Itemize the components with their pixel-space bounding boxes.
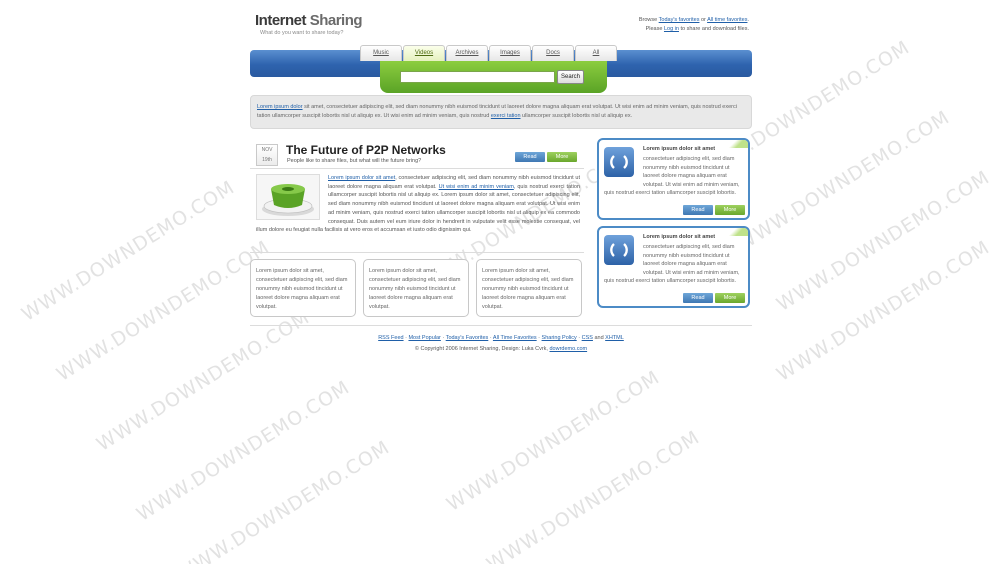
footer-divider	[250, 325, 752, 326]
article-title: The Future of P2P Networks	[286, 143, 446, 157]
side-more-button[interactable]: More	[715, 205, 745, 215]
article-link-1[interactable]: Lorem ipsum dolor sit amet	[328, 175, 395, 181]
intro-link-2[interactable]: exerci tation	[491, 113, 521, 119]
footer-link-css[interactable]: CSS	[582, 335, 593, 341]
logo-text-primary: Internet	[255, 12, 310, 29]
page: Internet Sharing What do you want to sha…	[250, 0, 752, 360]
watermark: WWW.DOWNDEMO.COM	[172, 436, 394, 564]
todays-favorites-link[interactable]: Today's favorites	[659, 17, 700, 23]
side-box-text: consectetuer adipiscing elit, sed diam n…	[604, 244, 740, 285]
site-logo[interactable]: Internet Sharing	[255, 12, 363, 29]
footer-link-rss[interactable]: RSS Feed	[378, 335, 403, 341]
mini-box-text: Lorem ipsum dolor sit amet, consectetuer…	[256, 268, 348, 310]
footer-link-sharing-policy[interactable]: Sharing Policy	[542, 335, 577, 341]
search-input[interactable]	[400, 71, 555, 83]
site-tagline: What do you want to share today?	[260, 30, 344, 36]
tab-images[interactable]: Images	[489, 45, 531, 61]
watermark: WWW.DOWNDEMO.COM	[732, 106, 954, 256]
side-box: Lorem ipsum dolor sit amet consectetuer …	[597, 138, 750, 220]
footer-link-all-time-favorites[interactable]: All Time Favorites	[493, 335, 537, 341]
all-time-favorites-link[interactable]: All time favorites	[707, 17, 747, 23]
logo-text-accent: Sharing	[309, 12, 363, 29]
footer-link-most-popular[interactable]: Most Popular	[408, 335, 440, 341]
intro-text-2: ullamcorper suscipit lobortis nisl ut al…	[520, 113, 633, 119]
date-day: 19th	[262, 157, 272, 163]
article-link-2[interactable]: Ut wisi enim ad minim veniam	[439, 184, 514, 190]
side-box-heading: Lorem ipsum dolor sit amet	[643, 234, 716, 240]
tab-archives[interactable]: Archives	[446, 45, 488, 61]
side-box-heading: Lorem ipsum dolor sit amet	[643, 146, 716, 152]
side-read-button[interactable]: Read	[683, 205, 713, 215]
mini-box: Lorem ipsum dolor sit amet, consectetuer…	[476, 259, 582, 317]
watermark: WWW.DOWNDEMO.COM	[52, 236, 274, 386]
side-box-text: consectetuer adipiscing elit, sed diam n…	[604, 156, 740, 197]
footer-link-xhtml[interactable]: XHTML	[605, 335, 624, 341]
article-read-button[interactable]: Read	[515, 152, 545, 162]
side-read-button[interactable]: Read	[683, 293, 713, 303]
article-more-button[interactable]: More	[547, 152, 577, 162]
or-text: or	[699, 17, 708, 23]
article-date: NOV 19th	[256, 144, 278, 166]
credit-link[interactable]: dowrdemo.com	[550, 346, 588, 352]
watermark: WWW.DOWNDEMO.COM	[442, 366, 664, 516]
footer-link-todays-favorites[interactable]: Today's Favorites	[446, 335, 489, 341]
date-month: NOV	[261, 147, 273, 153]
header-links: Browse Today's favorites or All time fav…	[638, 17, 749, 32]
mini-box-text: Lorem ipsum dolor sit amet, consectetuer…	[482, 268, 574, 310]
article-subtitle: People like to share files, but what wil…	[287, 158, 422, 164]
nav-tabs: Music Videos Archives Images Docs All	[360, 45, 617, 61]
intro-link[interactable]: Lorem ipsum dolor	[257, 104, 303, 110]
please-text: Please	[645, 26, 664, 32]
tab-docs[interactable]: Docs	[532, 45, 574, 61]
tab-all[interactable]: All	[575, 45, 617, 61]
login-suffix: to share and download files.	[678, 26, 749, 32]
search-button[interactable]: Search	[557, 70, 584, 84]
browse-prefix: Browse	[638, 17, 659, 23]
mini-box: Lorem ipsum dolor sit amet, consectetuer…	[363, 259, 469, 317]
divider	[250, 168, 584, 169]
watermark: WWW.DOWNDEMO.COM	[772, 236, 994, 386]
article-body: Lorem ipsum dolor sit amet, consectetuer…	[256, 174, 580, 235]
mini-box: Lorem ipsum dolor sit amet, consectetuer…	[250, 259, 356, 317]
watermark: WWW.DOWNDEMO.COM	[132, 376, 354, 526]
tab-videos[interactable]: Videos	[403, 45, 445, 61]
copyright-text: © Copyright 2006 Internet Sharing, Desig…	[414, 346, 550, 352]
login-link[interactable]: Log in	[664, 26, 679, 32]
tab-music[interactable]: Music	[360, 45, 402, 61]
divider	[250, 252, 584, 253]
side-box: Lorem ipsum dolor sit amet consectetuer …	[597, 226, 750, 308]
copyright: © Copyright 2006 Internet Sharing, Desig…	[250, 346, 752, 352]
footer-links: RSS Feed · Most Popular · Today's Favori…	[378, 335, 624, 341]
watermark: WWW.DOWNDEMO.COM	[772, 166, 994, 316]
mini-box-text: Lorem ipsum dolor sit amet, consectetuer…	[369, 268, 461, 310]
watermark: WWW.DOWNDEMO.COM	[17, 176, 239, 326]
intro-box: Lorem ipsum dolor sit amet, consectetuer…	[250, 95, 752, 129]
side-more-button[interactable]: More	[715, 293, 745, 303]
watermark: WWW.DOWNDEMO.COM	[482, 426, 704, 564]
